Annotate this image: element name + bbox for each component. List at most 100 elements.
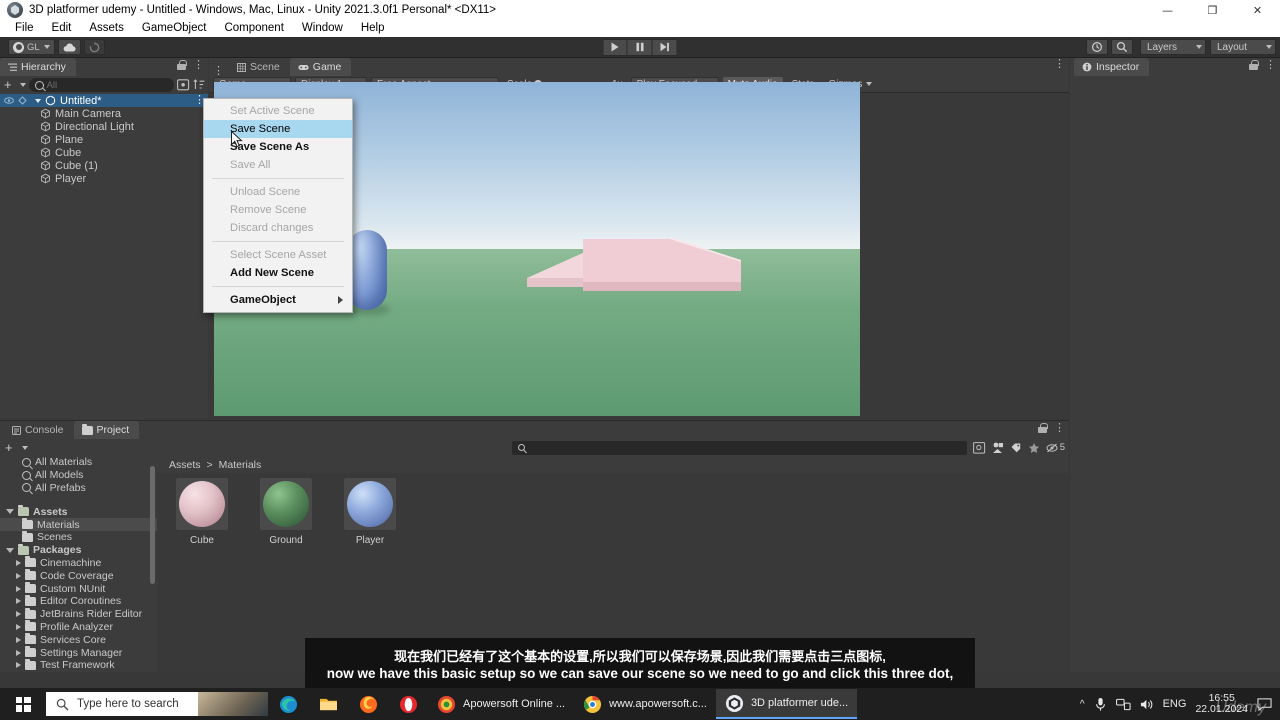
lock-icon[interactable] xyxy=(1038,423,1048,433)
mic-icon[interactable] xyxy=(1094,697,1107,712)
menu-item-save-scene[interactable]: Save Scene xyxy=(204,120,352,138)
lock-icon[interactable] xyxy=(1249,60,1259,70)
expand-triangle-icon[interactable] xyxy=(6,509,14,515)
tab-scene[interactable]: Scene xyxy=(229,58,290,76)
tab-console[interactable]: Console xyxy=(4,421,74,439)
tree-row-jetbrains-rider-editor[interactable]: JetBrains Rider Editor xyxy=(0,607,157,621)
hierarchy-row-cube-1[interactable]: Cube (1) xyxy=(0,159,208,172)
menu-item-add-new-scene[interactable]: Add New Scene xyxy=(204,264,352,282)
expand-triangle-icon[interactable] xyxy=(16,572,21,579)
taskbar-app-file-explorer[interactable] xyxy=(308,688,348,720)
maximize-button[interactable]: ❐ xyxy=(1190,0,1235,20)
scene-visibility-icon[interactable] xyxy=(177,79,190,91)
cloud-button[interactable] xyxy=(57,39,81,55)
expand-triangle-icon[interactable] xyxy=(16,559,21,566)
hierarchy-row-player[interactable]: Player xyxy=(0,172,208,185)
tree-row-settings-manager[interactable]: Settings Manager xyxy=(0,646,157,659)
menu-item-save-scene-as[interactable]: Save Scene As xyxy=(204,138,352,156)
hierarchy-kebab-icon[interactable]: ⋮ xyxy=(193,59,204,70)
taskbar-task-unity[interactable]: 3D platformer ude... xyxy=(715,689,858,719)
taskbar-app-opera[interactable] xyxy=(388,688,428,720)
tree-row-code-coverage[interactable]: Code Coverage xyxy=(0,569,157,582)
cloud-refresh-button[interactable] xyxy=(83,39,105,55)
inspector-kebab-icon[interactable]: ⋮ xyxy=(1265,59,1276,70)
minimize-button[interactable]: — xyxy=(1145,0,1190,20)
hidden-packages-toggle[interactable]: 5 xyxy=(1046,442,1065,454)
close-button[interactable]: ✕ xyxy=(1235,0,1280,20)
tab-hierarchy[interactable]: Hierarchy xyxy=(0,58,76,76)
hierarchy-row-plane[interactable]: Plane xyxy=(0,133,208,146)
expand-triangle-icon[interactable] xyxy=(6,547,14,553)
tree-row-services-core[interactable]: Services Core xyxy=(0,633,157,646)
expand-triangle-icon[interactable] xyxy=(16,611,21,618)
scene-expand-icon[interactable] xyxy=(35,98,41,103)
filter-label-icon[interactable] xyxy=(1010,442,1022,454)
menu-edit[interactable]: Edit xyxy=(43,20,81,37)
hierarchy-row-scene[interactable]: Untitled* ⋮ xyxy=(0,94,208,107)
tray-chevron-icon[interactable]: ^ xyxy=(1080,699,1085,710)
network-icon[interactable] xyxy=(1115,698,1131,711)
expand-triangle-icon[interactable] xyxy=(16,585,21,592)
project-search-input[interactable] xyxy=(512,440,967,455)
volume-icon[interactable] xyxy=(1140,698,1154,711)
tray-language[interactable]: ENG xyxy=(1163,698,1187,710)
asset-item-ground[interactable]: Ground xyxy=(255,478,317,546)
tree-row-all-models[interactable]: All Models xyxy=(0,469,157,482)
sort-icon[interactable] xyxy=(193,79,205,91)
tree-row-packages[interactable]: Packages xyxy=(0,543,157,557)
tree-row-test-framework[interactable]: Test Framework xyxy=(0,658,157,672)
tree-row-editor-coroutines[interactable]: Editor Coroutines xyxy=(0,594,157,608)
asset-item-cube[interactable]: Cube xyxy=(171,478,233,546)
game-kebab-icon[interactable]: ⋮ xyxy=(1054,59,1065,70)
menu-gameobject[interactable]: GameObject xyxy=(133,20,216,37)
tree-row-cinemachine[interactable]: Cinemachine xyxy=(0,556,157,570)
menu-assets[interactable]: Assets xyxy=(80,20,133,37)
taskbar-search-input[interactable]: Type here to search xyxy=(46,692,268,716)
layers-dropdown[interactable]: Layers xyxy=(1140,39,1206,55)
save-search-icon[interactable] xyxy=(972,441,986,454)
undo-history-button[interactable] xyxy=(1086,39,1108,55)
chevron-down-icon[interactable] xyxy=(21,445,28,450)
layout-dropdown[interactable]: Layout xyxy=(1210,39,1276,55)
taskbar-app-edge[interactable] xyxy=(268,688,308,720)
start-button[interactable] xyxy=(0,688,46,720)
breadcrumb-assets[interactable]: Assets xyxy=(169,459,201,471)
tree-row-custom-nunit[interactable]: Custom NUnit xyxy=(0,582,157,595)
hierarchy-row-directional-light[interactable]: Directional Light xyxy=(0,120,208,133)
tab-game[interactable]: Game xyxy=(289,58,352,76)
menu-file[interactable]: File xyxy=(6,20,43,37)
chevron-down-icon[interactable] xyxy=(19,83,26,87)
play-button[interactable] xyxy=(602,38,628,56)
menu-item-gameobject[interactable]: GameObject xyxy=(204,291,352,309)
project-add-button[interactable]: + xyxy=(4,441,14,454)
expand-triangle-icon[interactable] xyxy=(16,623,21,630)
project-tree-scrollbar[interactable] xyxy=(150,458,155,670)
search-button[interactable] xyxy=(1111,39,1133,55)
expand-triangle-icon[interactable] xyxy=(16,662,21,669)
tree-row-scenes[interactable]: Scenes xyxy=(0,530,157,544)
hierarchy-search-input[interactable]: All xyxy=(28,78,174,92)
tree-row-profile-analyzer[interactable]: Profile Analyzer xyxy=(0,620,157,634)
pause-button[interactable] xyxy=(627,38,653,56)
project-kebab-icon[interactable]: ⋮ xyxy=(1054,422,1065,433)
lock-icon[interactable] xyxy=(177,60,187,70)
tree-row-all-materials[interactable]: All Materials xyxy=(0,456,157,469)
hierarchy-add-button[interactable]: + xyxy=(3,78,13,91)
visibility-icon[interactable] xyxy=(4,96,14,105)
hierarchy-row-main-camera[interactable]: Main Camera xyxy=(0,107,208,120)
expand-triangle-icon[interactable] xyxy=(16,598,21,605)
expand-triangle-icon[interactable] xyxy=(16,636,21,643)
tree-row-assets[interactable]: Assets xyxy=(0,505,157,518)
filter-type-icon[interactable] xyxy=(992,442,1004,454)
account-button[interactable]: GL xyxy=(8,39,55,55)
menu-component[interactable]: Component xyxy=(215,20,292,37)
favorite-icon[interactable] xyxy=(1028,442,1040,454)
pickability-icon[interactable] xyxy=(18,96,27,105)
menu-help[interactable]: Help xyxy=(352,20,394,37)
tree-row-materials[interactable]: Materials xyxy=(0,518,157,531)
asset-item-player[interactable]: Player xyxy=(339,478,401,546)
taskbar-task-apowersoft-online[interactable]: Apowersoft Online ... xyxy=(428,689,574,719)
expand-triangle-icon[interactable] xyxy=(16,649,21,656)
tree-row-all-prefabs[interactable]: All Prefabs xyxy=(0,482,157,495)
menu-window[interactable]: Window xyxy=(293,20,352,37)
